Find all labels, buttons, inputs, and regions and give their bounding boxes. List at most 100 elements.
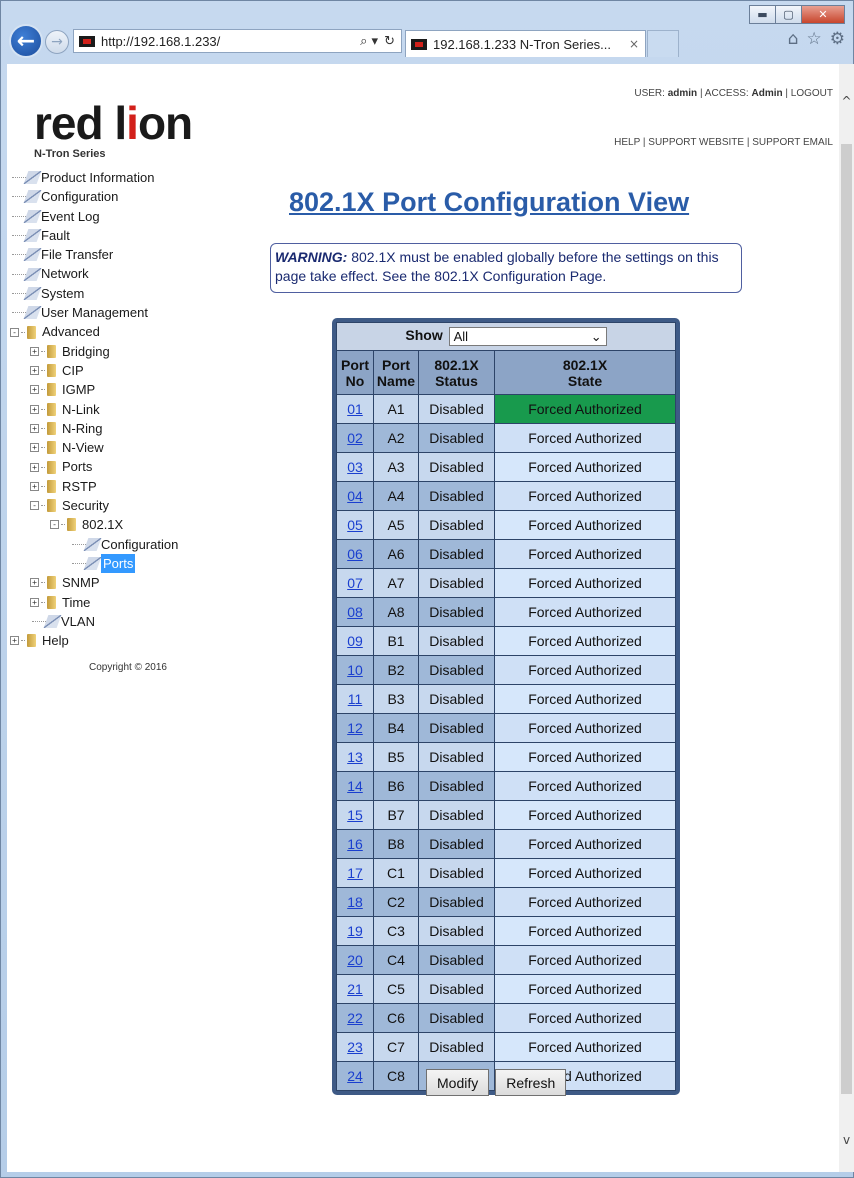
- tree-item[interactable]: + IGMP: [10, 380, 178, 399]
- expand-icon[interactable]: +: [30, 462, 39, 472]
- tree-item-label[interactable]: System: [41, 284, 84, 303]
- port-link[interactable]: 02: [347, 430, 363, 446]
- tree-item-label[interactable]: Product Information: [41, 168, 154, 187]
- back-button[interactable]: ←: [9, 24, 43, 58]
- port-link[interactable]: 17: [347, 865, 363, 881]
- search-dropdown-icon[interactable]: ⌕ ▾: [360, 34, 378, 49]
- tree-item[interactable]: - 802.1X: [10, 515, 178, 534]
- tree-item[interactable]: + Help: [10, 631, 178, 650]
- port-link[interactable]: 05: [347, 517, 363, 533]
- tree-item-label[interactable]: File Transfer: [41, 245, 113, 264]
- tab-close-icon[interactable]: ×: [629, 37, 639, 51]
- tree-item[interactable]: File Transfer: [10, 245, 178, 264]
- scroll-up-icon[interactable]: ^: [839, 94, 854, 111]
- tree-item[interactable]: + N-Link: [10, 400, 178, 419]
- port-link[interactable]: 18: [347, 894, 363, 910]
- port-link[interactable]: 10: [347, 662, 363, 678]
- tree-item[interactable]: Event Log: [10, 207, 178, 226]
- collapse-icon[interactable]: -: [50, 520, 59, 530]
- port-link[interactable]: 09: [347, 633, 363, 649]
- refresh-icon[interactable]: ↻: [384, 34, 395, 49]
- tree-item[interactable]: + Time: [10, 593, 178, 612]
- port-link[interactable]: 19: [347, 923, 363, 939]
- expand-icon[interactable]: +: [30, 366, 39, 376]
- tree-item[interactable]: - Advanced: [10, 322, 178, 341]
- tree-item-label[interactable]: CIP: [62, 361, 84, 380]
- port-link[interactable]: 15: [347, 807, 363, 823]
- port-link[interactable]: 03: [347, 459, 363, 475]
- tree-item-label[interactable]: Bridging: [62, 342, 110, 361]
- tree-item-label[interactable]: N-View: [62, 438, 104, 457]
- tree-item-label[interactable]: Time: [62, 593, 90, 612]
- modify-button[interactable]: Modify: [426, 1069, 490, 1096]
- port-link[interactable]: 23: [347, 1039, 363, 1055]
- tree-item-label[interactable]: SNMP: [62, 573, 100, 592]
- expand-icon[interactable]: +: [30, 597, 39, 607]
- favorites-star-icon[interactable]: ☆: [807, 29, 822, 49]
- tree-item-label[interactable]: Advanced: [42, 322, 100, 341]
- tree-item-label[interactable]: Ports: [101, 553, 136, 574]
- tree-item-label[interactable]: Fault: [41, 226, 70, 245]
- tree-item-label[interactable]: N-Ring: [62, 419, 102, 438]
- port-link[interactable]: 12: [347, 720, 363, 736]
- port-link[interactable]: 21: [347, 981, 363, 997]
- expand-icon[interactable]: +: [30, 481, 39, 491]
- settings-gear-icon[interactable]: ⚙: [830, 29, 845, 49]
- port-link[interactable]: 11: [348, 691, 363, 707]
- port-link[interactable]: 20: [347, 952, 363, 968]
- expand-icon[interactable]: +: [30, 346, 39, 356]
- tree-item[interactable]: + RSTP: [10, 477, 178, 496]
- forward-button[interactable]: →: [45, 30, 69, 54]
- vertical-scrollbar[interactable]: ^ v: [839, 64, 854, 1172]
- tree-item-label[interactable]: IGMP: [62, 380, 95, 399]
- tree-item-label[interactable]: Ports: [62, 457, 92, 476]
- expand-icon[interactable]: +: [30, 578, 39, 588]
- tree-item-label[interactable]: RSTP: [62, 477, 97, 496]
- expand-icon[interactable]: +: [30, 424, 39, 433]
- home-icon[interactable]: ⌂: [788, 29, 799, 49]
- tree-item[interactable]: + N-Ring: [10, 419, 178, 438]
- collapse-icon[interactable]: -: [30, 501, 39, 511]
- address-url[interactable]: http://192.168.1.233/: [101, 34, 360, 49]
- tree-item[interactable]: Fault: [10, 226, 178, 245]
- tree-item[interactable]: + Bridging: [10, 342, 178, 361]
- tree-item[interactable]: Configuration: [10, 187, 178, 206]
- tree-item-label[interactable]: 802.1X: [82, 515, 123, 534]
- tree-item-label[interactable]: Configuration: [41, 187, 118, 206]
- scroll-down-icon[interactable]: v: [839, 1133, 854, 1150]
- expand-icon[interactable]: +: [30, 404, 39, 414]
- help-link[interactable]: HELP: [614, 137, 640, 148]
- expand-icon[interactable]: +: [30, 385, 39, 395]
- tree-item[interactable]: + CIP: [10, 361, 178, 380]
- port-link[interactable]: 13: [347, 749, 363, 765]
- tree-item-label[interactable]: N-Link: [62, 400, 100, 419]
- port-link[interactable]: 24: [347, 1068, 363, 1084]
- tree-item-label[interactable]: Security: [62, 496, 109, 515]
- port-link[interactable]: 06: [347, 546, 363, 562]
- expand-icon[interactable]: +: [10, 636, 19, 646]
- tree-item-label[interactable]: Configuration: [101, 535, 178, 554]
- port-link[interactable]: 04: [347, 488, 363, 504]
- tree-item[interactable]: + Ports: [10, 457, 178, 476]
- tree-item[interactable]: Product Information: [10, 168, 178, 187]
- port-link[interactable]: 22: [347, 1010, 363, 1026]
- scrollbar-thumb[interactable]: [841, 144, 852, 1094]
- port-link[interactable]: 01: [347, 401, 363, 417]
- port-link[interactable]: 16: [347, 836, 363, 852]
- tree-item[interactable]: VLAN: [10, 612, 178, 631]
- port-link[interactable]: 14: [347, 778, 363, 794]
- new-tab-button[interactable]: [647, 30, 679, 57]
- tree-item-label[interactable]: Event Log: [41, 207, 100, 226]
- tree-item[interactable]: Network: [10, 264, 178, 283]
- support-email-link[interactable]: SUPPORT EMAIL: [752, 137, 833, 148]
- tree-item[interactable]: + SNMP: [10, 573, 178, 592]
- tree-item-label[interactable]: User Management: [41, 303, 148, 322]
- tree-item[interactable]: Configuration: [10, 535, 178, 554]
- tree-item[interactable]: System: [10, 284, 178, 303]
- tree-item[interactable]: Ports: [10, 553, 178, 574]
- collapse-icon[interactable]: -: [10, 327, 19, 337]
- browser-tab[interactable]: 192.168.1.233 N-Tron Series... ×: [405, 30, 646, 57]
- tree-item-label[interactable]: Help: [42, 631, 69, 650]
- port-link[interactable]: 07: [347, 575, 363, 591]
- tree-item[interactable]: User Management: [10, 303, 178, 322]
